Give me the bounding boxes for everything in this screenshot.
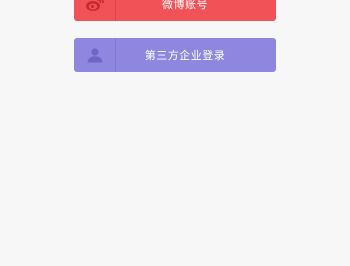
enterprise-login-label: 第三方企业登录 [144,49,226,62]
user-icon [74,38,116,72]
enterprise-login-button[interactable]: 第三方企业登录 [74,38,276,72]
weibo-login-label: 微博账号 [162,0,208,11]
weibo-login-button[interactable]: 微博账号 [74,0,276,21]
weibo-icon [74,0,116,21]
